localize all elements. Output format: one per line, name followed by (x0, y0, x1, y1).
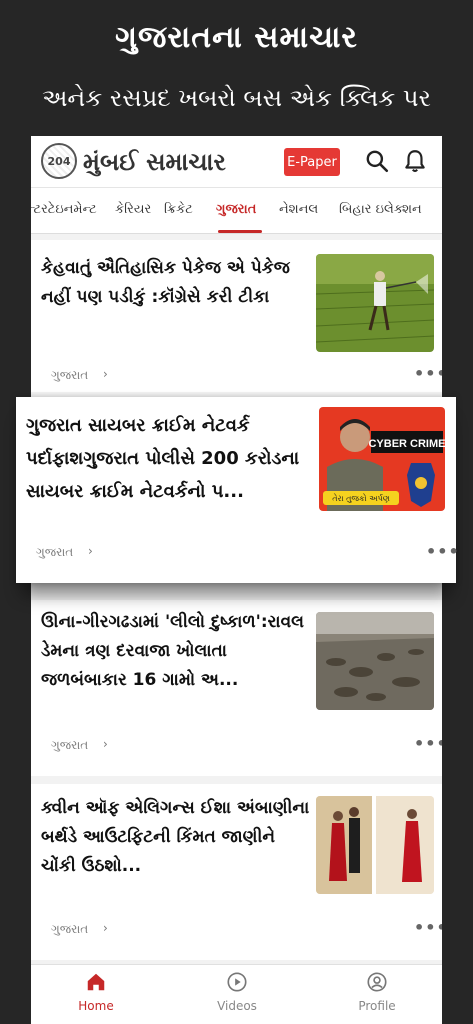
article-title[interactable]: ગુજરાત સાયબર ક્રાઈમ નેટવર્ક પર્દાફાશગુજર… (26, 409, 316, 509)
search-icon[interactable] (364, 148, 390, 174)
cyber-crime-image: CYBER CRIME તેરા તુજકો અર્પણ (319, 407, 445, 511)
nav-profile-label: Profile (358, 999, 396, 1013)
nav-profile[interactable]: Profile (337, 971, 417, 1013)
tab-national[interactable]: નેશનલ (279, 202, 318, 217)
chevron-right-icon: › (88, 544, 93, 558)
promo-title: ગુજરાતના સમાચાર (115, 20, 358, 55)
nav-videos[interactable]: Videos (197, 971, 277, 1013)
chevron-right-icon: › (103, 737, 108, 751)
image-caption-text: તેરા તુજકો અર્પણ (332, 493, 390, 503)
article-category[interactable]: ગુજરાત (51, 738, 88, 753)
tab-gujarat[interactable]: ગુજરાત (216, 202, 256, 217)
featured-news-card[interactable]: ગુજરાત સાયબર ક્રાઈમ નેટવર્ક પર્દાફાશગુજર… (16, 397, 459, 583)
logo-seal-icon: 204 (41, 143, 77, 179)
cyber-crime-text: CYBER CRIME (368, 438, 445, 450)
play-icon (227, 972, 247, 992)
flood-image (316, 612, 434, 710)
news-card[interactable]: ઊના-ગીરગઢડામાં 'લીલો દુષ્કાળ':રાવલ ડેમના… (31, 600, 442, 776)
home-icon (87, 973, 105, 991)
app-logo[interactable]: 204 મુંબઈ સમાચાર (41, 143, 226, 179)
tab-cricket[interactable]: ક્રિકેટ (164, 202, 193, 217)
couple-image (316, 796, 434, 894)
news-card[interactable]: ક્વીન ઑફ એલિગન્સ ઈશા અંબાણીના બર્થડે આઉટ… (31, 784, 442, 960)
logo-text: મુંબઈ સમાચાર (83, 146, 226, 176)
bell-icon[interactable] (402, 148, 428, 174)
article-title[interactable]: ઊના-ગીરગઢડામાં 'લીલો દુષ્કાળ':રાવલ ડેમના… (41, 608, 313, 698)
farmer-image (316, 254, 434, 352)
category-tabs: ન્ટરટેઇનમેન્ટ કેરિયર ક્રિકેટ ગુજરાત નેશન… (31, 188, 442, 234)
article-thumbnail[interactable] (316, 612, 434, 710)
profile-icon (367, 972, 387, 992)
nav-videos-label: Videos (217, 999, 257, 1013)
promo-subtitle: અનેક રસપ્રદ ખબરો બસ એક ક્લિક પર (42, 84, 431, 112)
tab-career[interactable]: કેરિયર (115, 202, 151, 217)
article-thumbnail[interactable] (316, 254, 434, 352)
tab-bihar-election[interactable]: બિહાર ઇલેક્શન (339, 202, 422, 217)
app-header: 204 મુંબઈ સમાચાર E-Paper (31, 136, 442, 188)
bottom-navigation: Home Videos Profile (31, 964, 442, 1024)
article-title[interactable]: કેહવાતું ઐતિહાસિક પેકેજ એ પેકેજ નહીં પણ … (41, 254, 313, 314)
chevron-right-icon: › (103, 367, 108, 381)
article-thumbnail[interactable] (316, 796, 434, 894)
article-thumbnail[interactable]: CYBER CRIME તેરા તુજકો અર્પણ (319, 407, 445, 511)
tab-entertainment[interactable]: ન્ટરટેઇનમેન્ટ (31, 202, 97, 217)
nav-home-label: Home (78, 999, 114, 1013)
epaper-button[interactable]: E-Paper (284, 148, 340, 176)
more-options-icon[interactable]: ••• (426, 542, 460, 561)
active-tab-indicator (218, 230, 262, 233)
nav-home[interactable]: Home (56, 971, 136, 1013)
article-category[interactable]: ગુજરાત (36, 545, 73, 560)
article-category[interactable]: ગુજરાત (51, 922, 88, 937)
more-options-icon[interactable]: ••• (414, 734, 442, 753)
more-options-icon[interactable]: ••• (414, 364, 442, 383)
article-category[interactable]: ગુજરાત (51, 368, 88, 383)
news-card[interactable]: કેહવાતું ઐતિહાસિક પેકેજ એ પેકેજ નહીં પણ … (31, 240, 442, 392)
chevron-right-icon: › (103, 921, 108, 935)
more-options-icon[interactable]: ••• (414, 918, 442, 937)
article-title[interactable]: ક્વીન ઑફ એલિગન્સ ઈશા અંબાણીના બર્થડે આઉટ… (41, 794, 313, 884)
